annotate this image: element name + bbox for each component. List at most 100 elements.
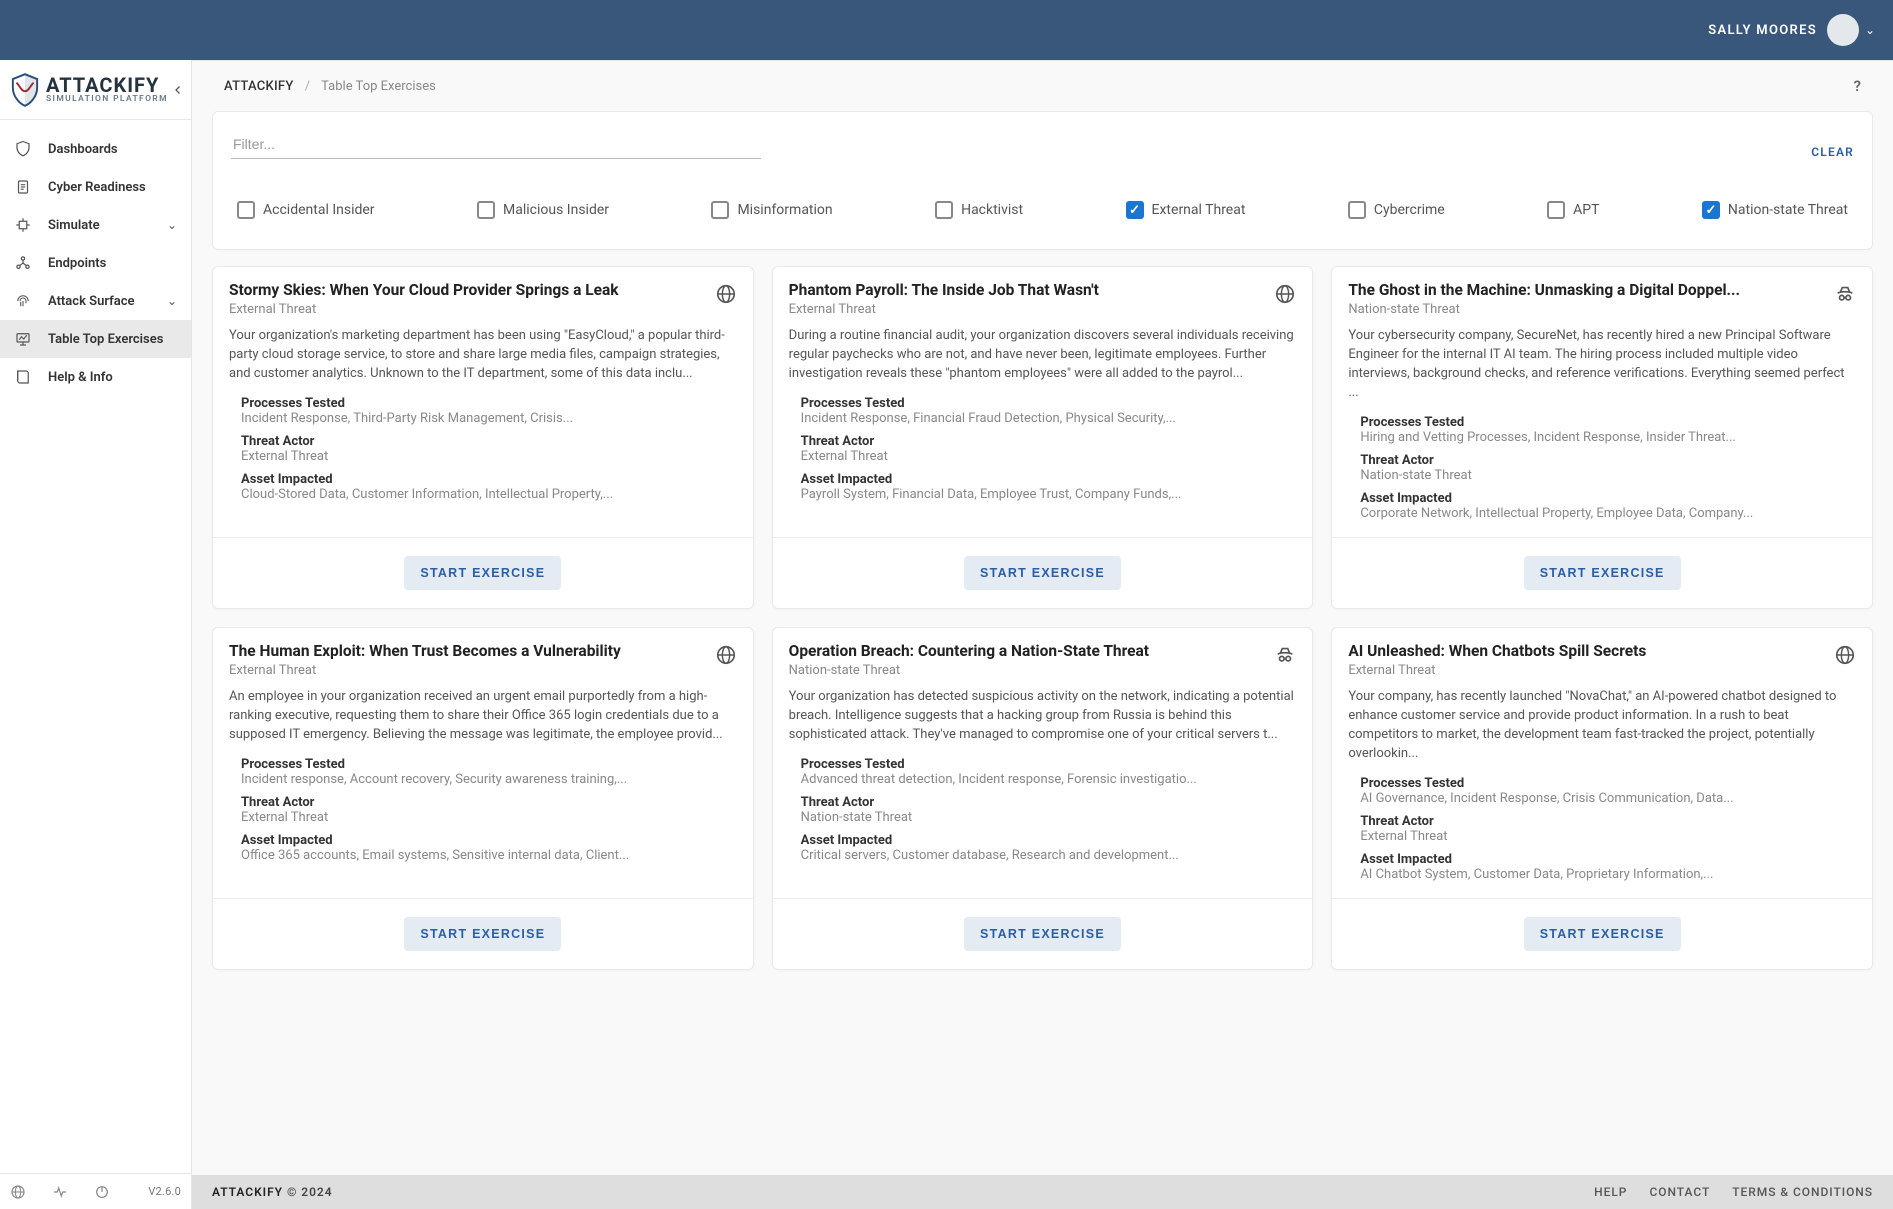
filter-check-apt[interactable]: APT [1547, 201, 1599, 219]
clipboard-icon [14, 178, 32, 196]
asset-label: Asset Impacted [1360, 852, 1856, 867]
globe-icon [1834, 644, 1856, 666]
chevron-down-icon: ⌄ [167, 294, 177, 308]
globe-small-icon[interactable] [10, 1184, 26, 1200]
footer-link-terms-conditions[interactable]: TERMS & CONDITIONS [1732, 1185, 1873, 1199]
checkbox[interactable] [711, 201, 729, 219]
sidebar-item-simulate[interactable]: Simulate ⌄ [0, 206, 191, 244]
exercise-card: AI Unleashed: When Chatbots Spill Secret… [1331, 627, 1873, 970]
filter-input[interactable] [231, 130, 761, 159]
start-exercise-button[interactable]: START EXERCISE [404, 917, 561, 951]
actor-label: Threat Actor [801, 434, 1297, 449]
collapse-sidebar-button[interactable] [169, 81, 187, 99]
start-exercise-button[interactable]: START EXERCISE [404, 556, 561, 590]
fingerprint-icon [14, 292, 32, 310]
card-description: During a routine financial audit, your o… [789, 327, 1297, 384]
checkbox-label: Malicious Insider [503, 202, 609, 218]
footer-link-help[interactable]: HELP [1594, 1185, 1627, 1199]
chevron-left-icon [172, 84, 184, 96]
actor-label: Threat Actor [801, 795, 1297, 810]
breadcrumb-root[interactable]: ATTACKIFY [224, 79, 294, 94]
processes-value: AI Governance, Incident Response, Crisis… [1360, 791, 1856, 806]
logo-subtitle: SIMULATION PLATFORM [46, 95, 168, 104]
version-label: V2.6.0 [148, 1185, 181, 1198]
sidebar-item-label: Endpoints [48, 256, 177, 271]
card-title: Operation Breach: Countering a Nation-St… [789, 642, 1265, 661]
sidebar-item-dashboards[interactable]: Dashboards [0, 130, 191, 168]
exercise-card: Stormy Skies: When Your Cloud Provider S… [212, 266, 754, 609]
start-exercise-button[interactable]: START EXERCISE [1524, 917, 1681, 951]
start-exercise-button[interactable]: START EXERCISE [1524, 556, 1681, 590]
checkbox[interactable] [1702, 201, 1720, 219]
filter-check-nation-state-threat[interactable]: Nation-state Threat [1702, 201, 1848, 219]
card-description: Your company, has recently launched "Nov… [1348, 688, 1856, 763]
card-title: AI Unleashed: When Chatbots Spill Secret… [1348, 642, 1824, 661]
sidebar-item-table-top-exercises[interactable]: Table Top Exercises [0, 320, 191, 358]
filter-check-malicious-insider[interactable]: Malicious Insider [477, 201, 609, 219]
asset-value: Critical servers, Customer database, Res… [801, 848, 1297, 863]
start-exercise-button[interactable]: START EXERCISE [964, 556, 1121, 590]
breadcrumb: ATTACKIFY / Table Top Exercises [224, 79, 436, 94]
help-icon[interactable]: ? [1854, 77, 1861, 95]
spy-icon [1274, 644, 1296, 666]
sidebar-item-endpoints[interactable]: Endpoints [0, 244, 191, 282]
processes-value: Incident response, Account recovery, Sec… [241, 772, 737, 787]
sidebar-item-label: Dashboards [48, 142, 177, 157]
card-threat-type: External Threat [229, 663, 705, 678]
asset-value: Office 365 accounts, Email systems, Sens… [241, 848, 737, 863]
actor-label: Threat Actor [1360, 453, 1856, 468]
checkbox[interactable] [237, 201, 255, 219]
footer-links: HELP CONTACT TERMS & CONDITIONS [1594, 1185, 1873, 1199]
avatar[interactable] [1827, 14, 1859, 46]
processes-label: Processes Tested [1360, 415, 1856, 430]
filter-check-misinformation[interactable]: Misinformation [711, 201, 832, 219]
sidebar-item-cyber-readiness[interactable]: Cyber Readiness [0, 168, 191, 206]
sidebar-item-help-info[interactable]: Help & Info [0, 358, 191, 396]
filter-check-external-threat[interactable]: External Threat [1126, 201, 1246, 219]
actor-label: Threat Actor [241, 795, 737, 810]
checkbox[interactable] [1547, 201, 1565, 219]
card-title: The Human Exploit: When Trust Becomes a … [229, 642, 705, 661]
processes-value: Advanced threat detection, Incident resp… [801, 772, 1297, 787]
sidebar-item-label: Cyber Readiness [48, 180, 177, 195]
sidebar-item-label: Simulate [48, 218, 167, 233]
asset-label: Asset Impacted [801, 472, 1297, 487]
power-icon[interactable] [94, 1184, 110, 1200]
exercise-card: The Ghost in the Machine: Unmasking a Di… [1331, 266, 1873, 609]
card-description: An employee in your organization receive… [229, 688, 737, 745]
network-icon [14, 254, 32, 272]
pulse-icon[interactable] [52, 1184, 68, 1200]
processes-label: Processes Tested [1360, 776, 1856, 791]
checkbox[interactable] [477, 201, 495, 219]
sidebar-item-attack-surface[interactable]: Attack Surface ⌄ [0, 282, 191, 320]
actor-value: External Threat [1360, 829, 1856, 844]
filter-checkbox-row: Accidental Insider Malicious Insider Misin… [231, 201, 1854, 219]
user-name: SALLY MOORES [1708, 23, 1817, 38]
asset-value: AI Chatbot System, Customer Data, Propri… [1360, 867, 1856, 882]
globe-icon [715, 283, 737, 305]
app-header: SALLY MOORES ⌄ [0, 0, 1893, 60]
breadcrumb-row: ATTACKIFY / Table Top Exercises ? [192, 61, 1893, 111]
checkbox[interactable] [1126, 201, 1144, 219]
chevron-down-icon[interactable]: ⌄ [1865, 23, 1875, 37]
filter-check-hacktivist[interactable]: Hacktivist [935, 201, 1023, 219]
logo-shield-icon [10, 73, 40, 107]
sidebar-footer: V2.6.0 [0, 1173, 191, 1209]
logo[interactable]: ATTACKIFY SIMULATION PLATFORM [0, 60, 191, 120]
filter-check-accidental-insider[interactable]: Accidental Insider [237, 201, 375, 219]
start-exercise-button[interactable]: START EXERCISE [964, 917, 1121, 951]
asset-value: Cloud-Stored Data, Customer Information,… [241, 487, 737, 502]
asset-value: Corporate Network, Intellectual Property… [1360, 506, 1856, 521]
book-icon [14, 368, 32, 386]
checkbox[interactable] [1348, 201, 1366, 219]
footer-brand: ATTACKIFY [212, 1185, 283, 1199]
card-threat-type: External Threat [229, 302, 705, 317]
clear-button[interactable]: CLEAR [1811, 145, 1854, 159]
checkbox[interactable] [935, 201, 953, 219]
content: CLEAR Accidental Insider Malicious Inside… [192, 111, 1893, 1175]
footer-link-contact[interactable]: CONTACT [1649, 1185, 1710, 1199]
filter-check-cybercrime[interactable]: Cybercrime [1348, 201, 1445, 219]
card-description: Your organization's marketing department… [229, 327, 737, 384]
checkbox-label: Misinformation [737, 202, 832, 218]
exercise-card: Phantom Payroll: The Inside Job That Was… [772, 266, 1314, 609]
